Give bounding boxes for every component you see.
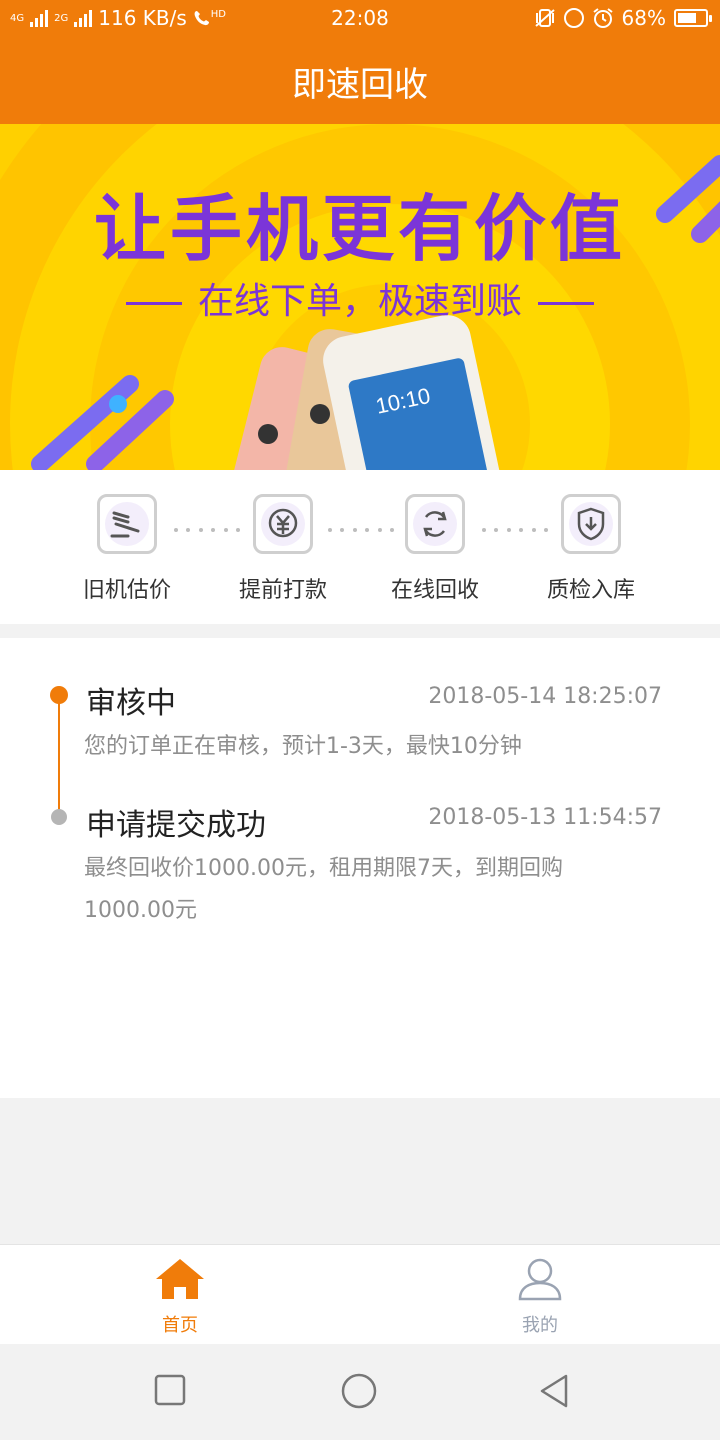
yuan-coin-icon: [268, 508, 298, 538]
vibrate-icon: [534, 9, 555, 27]
alarm-icon: [592, 8, 613, 28]
step-icon-box: [561, 494, 621, 554]
step-icon-bg: [105, 502, 149, 546]
timeline-time: 2018-05-14 18:25:07: [428, 684, 662, 709]
system-nav-bar: [0, 1344, 720, 1440]
status-right: 68%: [534, 6, 712, 30]
battery-icon: [674, 9, 712, 27]
rotation-lock-icon: [563, 8, 584, 28]
step-payment[interactable]: 提前打款: [218, 494, 348, 604]
timeline-connector: [58, 694, 60, 816]
home-icon: [156, 1259, 204, 1299]
step-inspection[interactable]: 质检入库: [526, 494, 656, 604]
nav-mine[interactable]: 我的: [480, 1257, 600, 1337]
gavel-icon: [110, 511, 140, 538]
timeline-dot: [51, 809, 67, 825]
app-header: 4G 2G 116 KB/s HD 22:08 68% 即速回收: [0, 0, 720, 124]
timeline-title: 审核中: [86, 686, 176, 721]
divider-right: [538, 301, 594, 305]
promo-banner[interactable]: 10:10 让手机更有价值 在线下单，极速到账: [0, 124, 720, 470]
step-label: 质检入库: [546, 578, 635, 603]
status-bar: 4G 2G 116 KB/s HD 22:08 68%: [0, 0, 720, 38]
banner-subline: 在线下单，极速到账: [0, 272, 720, 324]
banner-subline-text: 在线下单，极速到账: [197, 281, 522, 322]
timeline-desc: 您的订单正在审核，预计1-3天，最快10分钟: [84, 734, 522, 759]
shield-download-icon: [577, 507, 605, 541]
step-icon-bg: [261, 502, 305, 546]
order-timeline: 审核中 2018-05-14 18:25:07 您的订单正在审核，预计1-3天，…: [0, 638, 720, 1098]
home-button-icon[interactable]: [340, 1372, 378, 1410]
step-icon-bg: [569, 502, 613, 546]
bottom-nav: 首页 我的: [0, 1244, 720, 1344]
nav-label: 首页: [162, 1315, 198, 1336]
divider-left: [125, 301, 182, 305]
banner-headline: 让手机更有价值: [93, 187, 626, 271]
step-appraisal[interactable]: 旧机估价: [62, 494, 192, 604]
recent-apps-icon[interactable]: [154, 1374, 186, 1406]
step-icon-bg: [413, 502, 457, 546]
process-steps: 旧机估价 提前打款 在线回收 质检入库: [0, 470, 720, 624]
page-title: 即速回收: [292, 64, 428, 105]
step-icon-box: [405, 494, 465, 554]
step-icon-box: [97, 494, 157, 554]
step-label: 旧机估价: [82, 578, 171, 603]
battery-percent: 68%: [621, 6, 666, 30]
user-icon: [518, 1258, 562, 1301]
nav-home[interactable]: 首页: [120, 1257, 240, 1337]
nav-label: 我的: [522, 1315, 558, 1336]
timeline-title: 申请提交成功: [86, 808, 266, 843]
step-label: 在线回收: [390, 578, 479, 603]
timeline-time: 2018-05-13 11:54:57: [428, 805, 662, 830]
timeline-desc: 最终回收价1000.00元，租用期限7天，到期回购1000.00元: [84, 856, 563, 923]
step-label: 提前打款: [238, 578, 327, 603]
step-icon-box: [253, 494, 313, 554]
recycle-icon: [423, 511, 447, 537]
timeline-dot-active: [50, 686, 68, 704]
back-icon[interactable]: [538, 1374, 570, 1408]
step-recycle[interactable]: 在线回收: [370, 494, 500, 604]
